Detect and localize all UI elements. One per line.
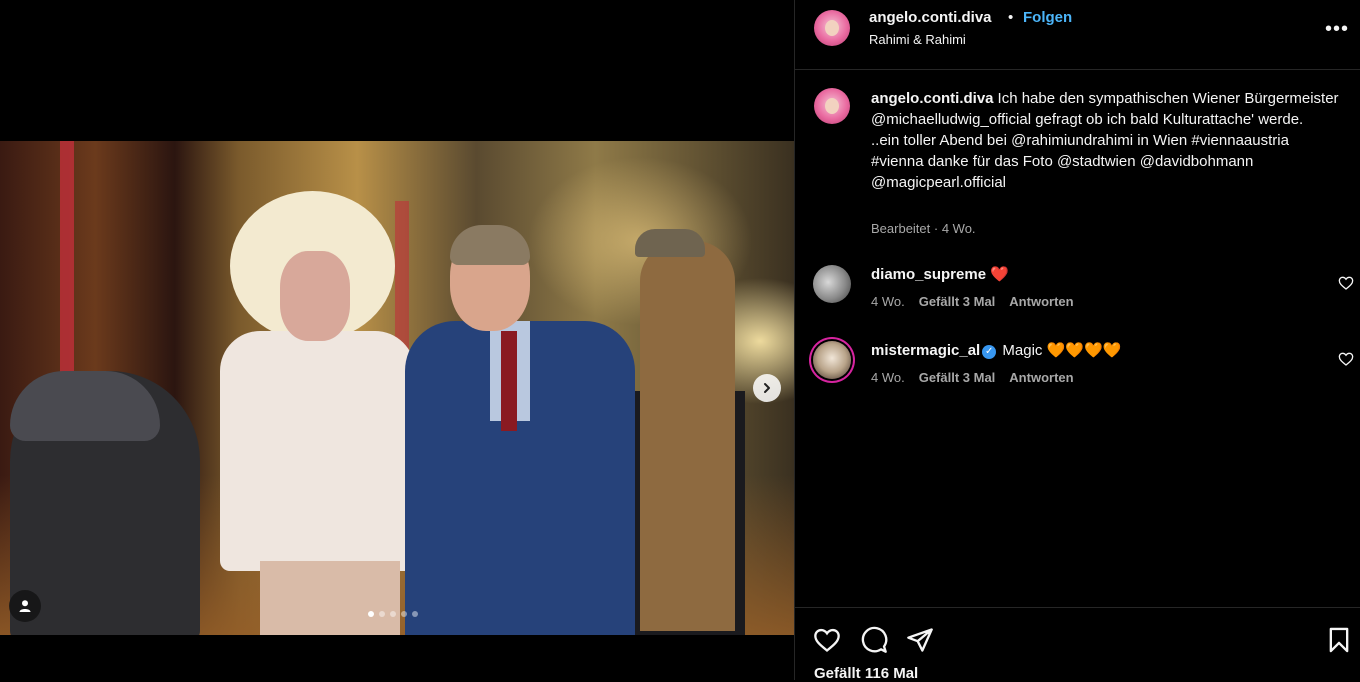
reply-button[interactable]: Antworten	[1009, 294, 1073, 309]
more-options-icon[interactable]: •••	[1325, 18, 1349, 41]
carousel-dot	[368, 611, 374, 617]
post-photo[interactable]	[0, 141, 794, 635]
comment-item: diamo_supreme ❤️ 4 Wo. Gefällt 3 Mal Ant…	[795, 265, 1360, 325]
separator: •	[1008, 9, 1014, 26]
comment-age: 4 Wo.	[871, 370, 905, 385]
comment-likes[interactable]: Gefällt 3 Mal	[919, 370, 996, 385]
post-header: angelo.conti.diva • Folgen Rahimi & Rahi…	[795, 0, 1360, 70]
caption-text: angelo.conti.diva Ich habe den sympathisc…	[871, 88, 1341, 193]
location-link[interactable]: Rahimi & Rahimi	[869, 32, 966, 47]
bookmark-icon[interactable]	[1325, 626, 1353, 654]
comment-body: ❤️	[990, 266, 1009, 283]
likes-count[interactable]: Gefällt 116 Mal	[814, 665, 918, 682]
carousel-dot	[379, 611, 385, 617]
caption-username[interactable]: angelo.conti.diva	[871, 90, 994, 107]
commenter-avatar[interactable]	[813, 341, 851, 379]
photo-person	[405, 225, 635, 635]
heart-icon[interactable]	[1338, 275, 1354, 291]
comment-text: diamo_supreme ❤️	[871, 265, 1009, 285]
comment-bubble-icon[interactable]	[860, 626, 888, 654]
comment-item: mistermagic_al ✓ Magic 🧡🧡🧡🧡 4 Wo. Gefällt…	[795, 341, 1360, 401]
caption-meta: Bearbeitet · 4 Wo.	[871, 221, 976, 236]
comment-meta: 4 Wo. Gefällt 3 Mal Antworten	[871, 370, 1074, 385]
share-send-icon[interactable]	[906, 626, 934, 654]
user-icon	[19, 600, 31, 612]
photo-detail	[60, 141, 74, 381]
carousel-indicator	[368, 611, 418, 617]
author-username[interactable]: angelo.conti.diva	[869, 9, 992, 26]
comment-likes[interactable]: Gefällt 3 Mal	[919, 294, 996, 309]
media-pane	[0, 0, 794, 680]
carousel-dot	[390, 611, 396, 617]
reply-button[interactable]: Antworten	[1009, 370, 1073, 385]
comment-body: Magic 🧡🧡🧡🧡	[1002, 342, 1122, 359]
carousel-dot	[412, 611, 418, 617]
photo-person	[635, 229, 735, 631]
commenter-username[interactable]: mistermagic_al	[871, 342, 980, 359]
commenter-username[interactable]: diamo_supreme	[871, 266, 986, 283]
caption-avatar[interactable]	[814, 88, 850, 124]
comment-text: mistermagic_al ✓ Magic 🧡🧡🧡🧡	[871, 341, 1121, 361]
carousel-dot	[401, 611, 407, 617]
heart-icon[interactable]	[1338, 351, 1354, 367]
caption-body-2: ..ein toller Abend bei @rahimiundrahimi …	[871, 132, 1289, 191]
comment-age: 4 Wo.	[871, 294, 905, 309]
follow-button[interactable]: Folgen	[1023, 9, 1072, 26]
post-sidebar: angelo.conti.diva • Folgen Rahimi & Rahi…	[794, 0, 1360, 682]
tagged-users-button[interactable]	[9, 590, 41, 622]
carousel-next-button[interactable]	[753, 374, 781, 402]
commenter-avatar[interactable]	[813, 265, 851, 303]
like-heart-icon[interactable]	[813, 626, 841, 654]
verified-badge-icon: ✓	[982, 345, 997, 359]
photo-person	[220, 191, 420, 635]
chevron-right-icon	[764, 383, 770, 393]
author-avatar[interactable]	[814, 10, 850, 46]
comment-meta: 4 Wo. Gefällt 3 Mal Antworten	[871, 294, 1074, 309]
photo-person	[10, 371, 200, 635]
